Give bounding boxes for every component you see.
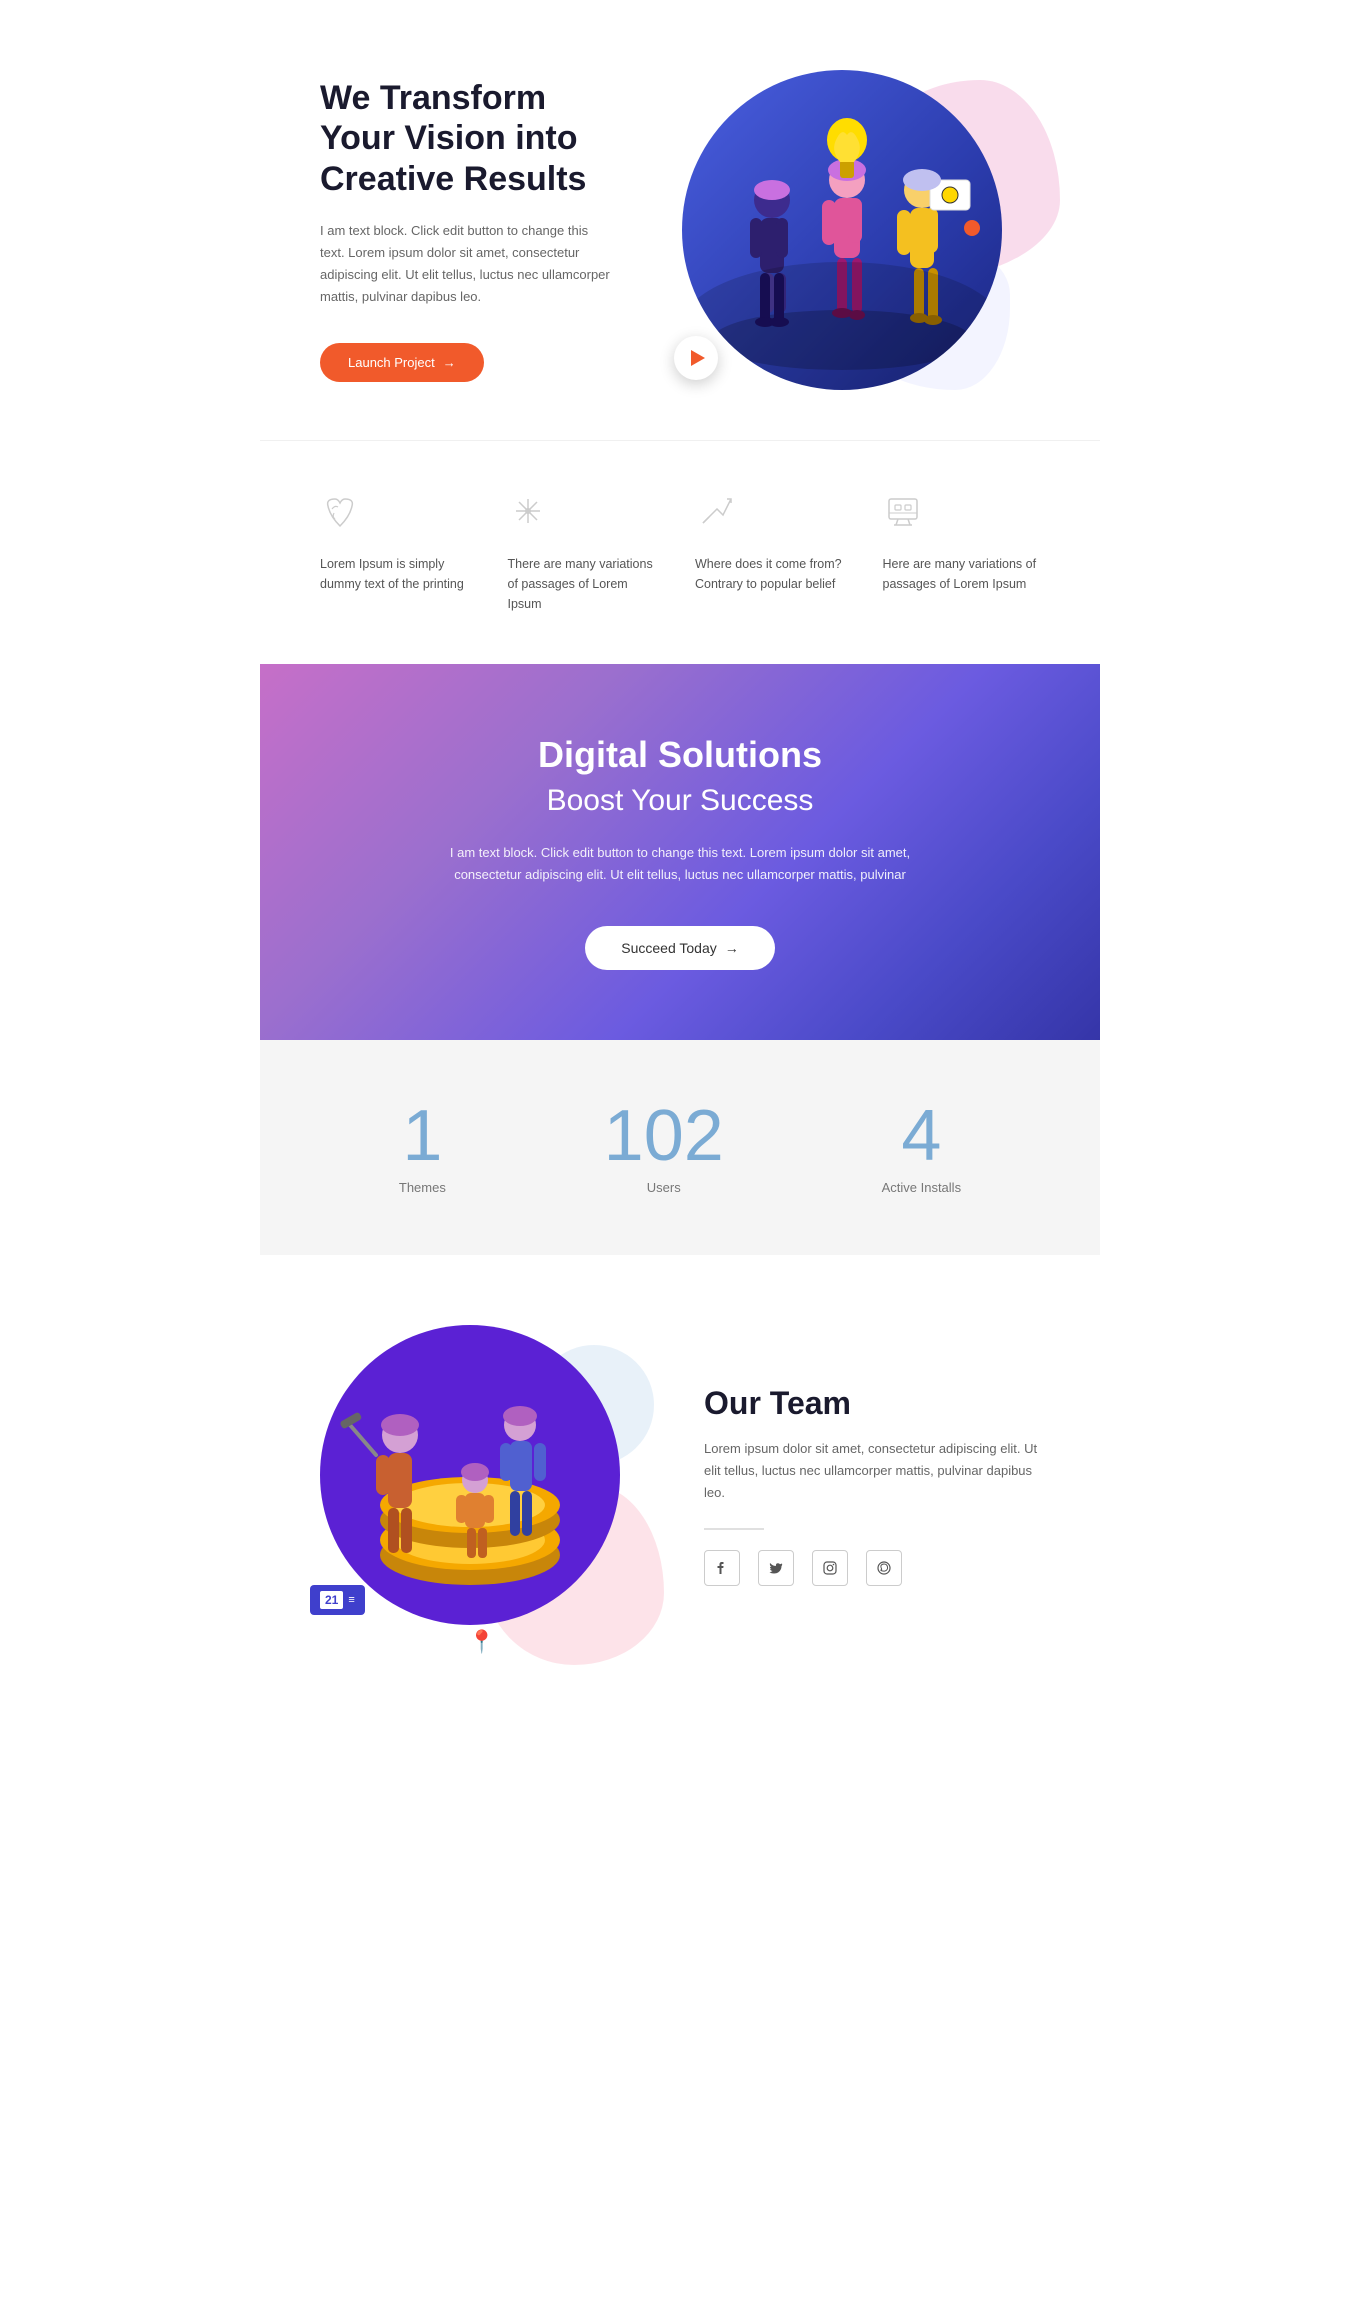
- succeed-today-button[interactable]: Succeed Today →: [585, 926, 774, 970]
- features-section: Lorem Ipsum is simply dummy text of the …: [260, 440, 1100, 664]
- hero-circle: [682, 70, 1002, 390]
- team-visual: $: [320, 1325, 644, 1645]
- play-button[interactable]: [674, 336, 718, 380]
- stat-label-installs: Active Installs: [882, 1180, 961, 1195]
- feature-item-3: Where does it come from? Contrary to pop…: [695, 491, 853, 614]
- feature-text-4: Here are many variations of passages of …: [883, 554, 1041, 594]
- team-description: Lorem ipsum dolor sit amet, consectetur …: [704, 1438, 1040, 1504]
- map-pin-icon: 📍: [468, 1629, 495, 1655]
- team-section: $: [260, 1255, 1100, 1715]
- feature-text-1: Lorem Ipsum is simply dummy text of the …: [320, 554, 478, 594]
- stat-users: 102 Users: [604, 1100, 724, 1195]
- feature-icon-3: [695, 491, 853, 539]
- feature-icon-2: [508, 491, 666, 539]
- team-divider: [704, 1528, 764, 1530]
- team-circle: $: [320, 1325, 620, 1625]
- hero-description: I am text block. Click edit button to ch…: [320, 220, 614, 308]
- hero-title: We Transform Your Vision into Creative R…: [320, 78, 614, 200]
- dot-orange-decoration: [964, 220, 980, 236]
- social-instagram-button[interactable]: [812, 1550, 848, 1586]
- instagram-icon: [823, 1561, 837, 1575]
- stats-section: 1 Themes 102 Users 4 Active Installs: [260, 1040, 1100, 1255]
- stat-number-themes: 1: [399, 1100, 446, 1172]
- feature-item-1: Lorem Ipsum is simply dummy text of the …: [320, 491, 478, 614]
- team-title: Our Team: [704, 1385, 1040, 1422]
- feature-icon-1: [320, 491, 478, 539]
- stat-label-themes: Themes: [399, 1180, 446, 1195]
- team-badge: 21 ≡: [310, 1585, 365, 1615]
- digital-solutions-section: Digital Solutions Boost Your Success I a…: [260, 664, 1100, 1040]
- facebook-icon: [716, 1561, 728, 1575]
- badge-lines-icon: ≡: [348, 1594, 354, 1606]
- launch-project-button[interactable]: Launch Project →: [320, 343, 484, 382]
- team-illustration: $: [320, 1325, 620, 1625]
- feature-text-3: Where does it come from? Contrary to pop…: [695, 554, 853, 594]
- hero-text-block: We Transform Your Vision into Creative R…: [320, 78, 644, 383]
- stat-active-installs: 4 Active Installs: [882, 1100, 961, 1195]
- feature-item-2: There are many variations of passages of…: [508, 491, 666, 614]
- digital-subtitle: Boost Your Success: [320, 784, 1040, 818]
- digital-title: Digital Solutions: [320, 734, 1040, 776]
- stat-label-users: Users: [604, 1180, 724, 1195]
- digital-description: I am text block. Click edit button to ch…: [430, 842, 930, 886]
- team-content: Our Team Lorem ipsum dolor sit amet, con…: [704, 1385, 1040, 1586]
- social-facebook-button[interactable]: [704, 1550, 740, 1586]
- stat-number-installs: 4: [882, 1100, 961, 1172]
- feature-item-4: Here are many variations of passages of …: [883, 491, 1041, 614]
- social-whatsapp-button[interactable]: [866, 1550, 902, 1586]
- feature-text-2: There are many variations of passages of…: [508, 554, 666, 614]
- social-icons: [704, 1550, 1040, 1586]
- hero-visual: [644, 60, 1040, 400]
- feature-icon-4: [883, 491, 1041, 539]
- hero-illustration: [682, 70, 1002, 390]
- stat-themes: 1 Themes: [399, 1100, 446, 1195]
- badge-number: 21: [320, 1591, 343, 1609]
- hero-section: We Transform Your Vision into Creative R…: [260, 0, 1100, 440]
- twitter-icon: [769, 1562, 783, 1574]
- stat-number-users: 102: [604, 1100, 724, 1172]
- social-twitter-button[interactable]: [758, 1550, 794, 1586]
- whatsapp-icon: [877, 1561, 891, 1575]
